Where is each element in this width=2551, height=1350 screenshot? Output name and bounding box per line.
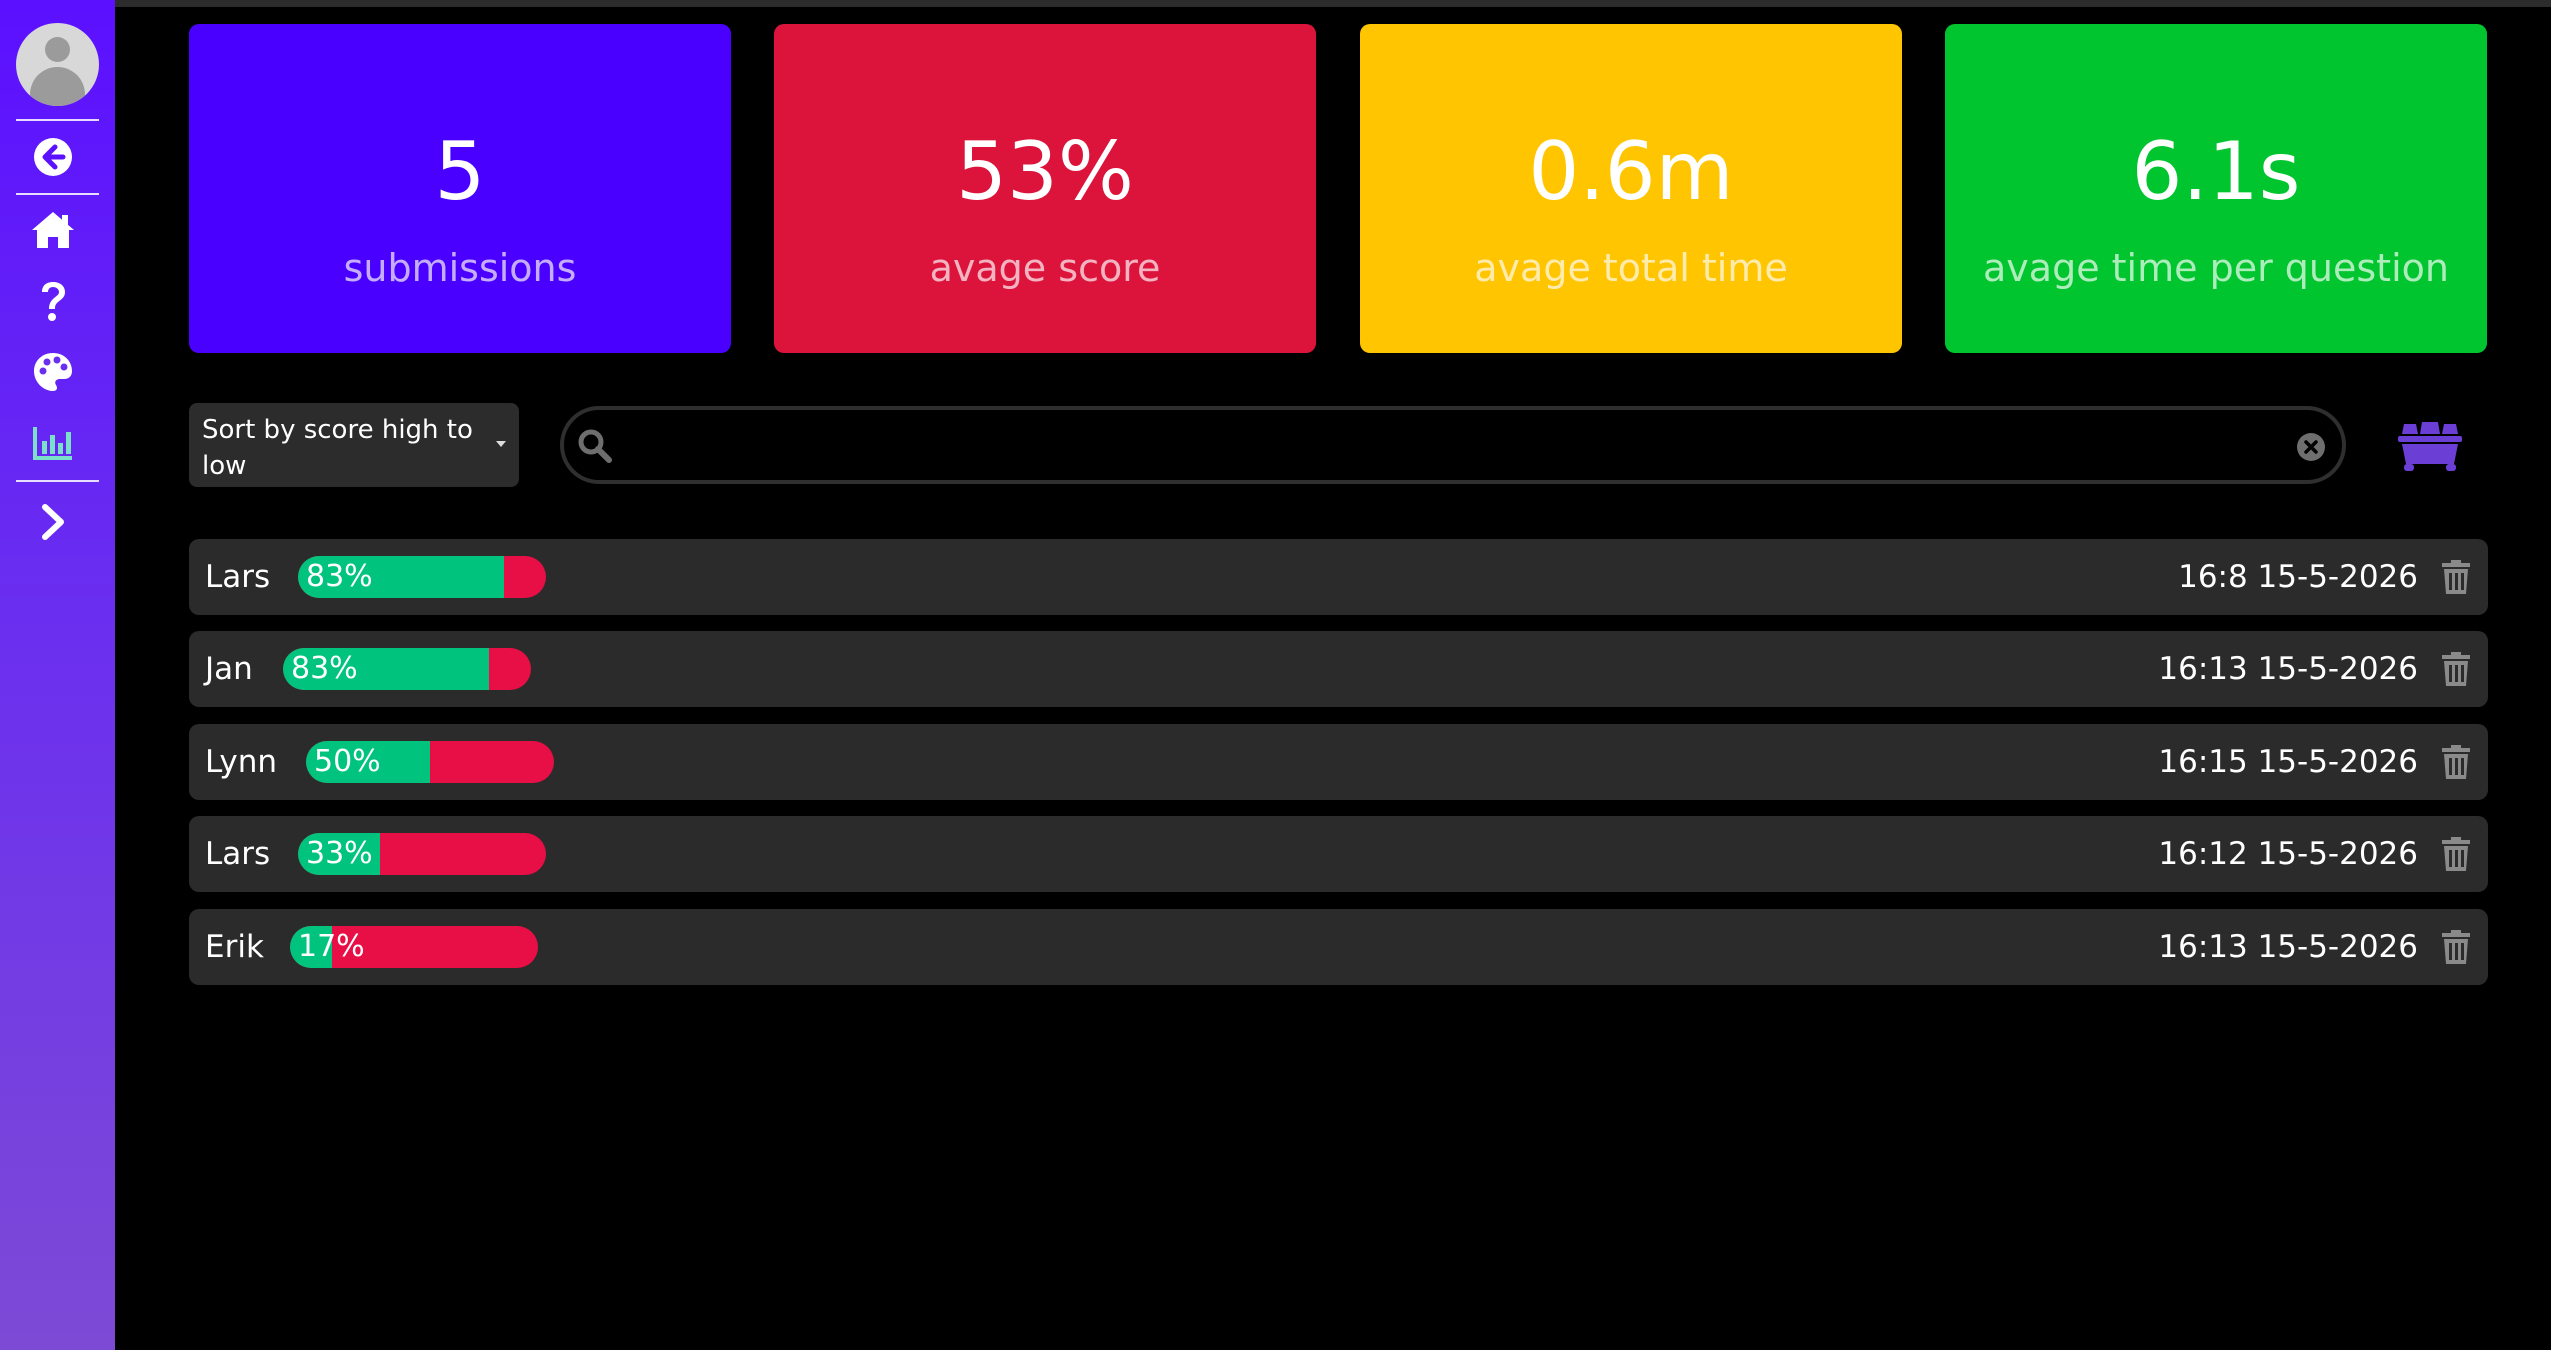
avatar-head-shape xyxy=(45,37,70,62)
sidebar-item-back[interactable] xyxy=(27,131,79,183)
score-percentage: 83% xyxy=(306,559,373,594)
submission-time: 16:13 15-5-2026 xyxy=(2158,651,2418,687)
stat-card-average-score: 53% avage score xyxy=(774,24,1316,353)
score-percentage: 33% xyxy=(306,836,373,871)
sidebar xyxy=(0,0,115,1350)
search-bar[interactable] xyxy=(560,406,2346,484)
participant-name: Lynn xyxy=(205,744,278,780)
submission-time: 16:8 15-5-2026 xyxy=(2178,559,2418,595)
score-bar: 83% xyxy=(283,648,531,690)
search-input[interactable] xyxy=(626,418,2250,474)
avatar-body-shape xyxy=(30,67,85,106)
chevron-right-icon xyxy=(42,504,64,540)
submission-time: 16:13 15-5-2026 xyxy=(2158,929,2418,965)
list-item: Lynn 50% 16:15 15-5-2026 xyxy=(189,724,2488,800)
stat-value: 53% xyxy=(956,125,1134,218)
stat-card-submissions: 5 submissions xyxy=(189,24,731,353)
trash-icon[interactable] xyxy=(2438,836,2474,872)
top-border xyxy=(0,0,2551,7)
question-icon xyxy=(42,282,65,321)
arrow-circle-left-icon xyxy=(34,138,72,176)
search-icon xyxy=(578,429,612,463)
score-bar: 17% xyxy=(290,926,538,968)
stat-value: 0.6m xyxy=(1528,125,1734,218)
sidebar-divider xyxy=(16,193,99,195)
stat-label: submissions xyxy=(343,246,577,290)
submission-time: 16:12 15-5-2026 xyxy=(2158,836,2418,872)
list-item: Lars 83% 16:8 15-5-2026 xyxy=(189,539,2488,615)
score-bar: 33% xyxy=(298,833,546,875)
submission-time: 16:15 15-5-2026 xyxy=(2158,744,2418,780)
stat-value: 6.1s xyxy=(2131,125,2301,218)
stat-label: avage time per question xyxy=(1983,246,2449,290)
participant-name: Jan xyxy=(205,651,253,687)
participant-name: Erik xyxy=(205,929,264,965)
participant-name: Lars xyxy=(205,836,271,872)
trash-icon[interactable] xyxy=(2438,744,2474,780)
score-percentage: 83% xyxy=(291,651,358,686)
sort-select-value: Sort by score high to low xyxy=(202,415,473,481)
dumpster-icon[interactable] xyxy=(2398,418,2462,472)
caret-down-icon xyxy=(496,441,506,447)
home-icon xyxy=(32,212,74,248)
stat-card-average-time-per-question: 6.1s avage time per question xyxy=(1945,24,2487,353)
stat-card-average-total-time: 0.6m avage total time xyxy=(1360,24,1902,353)
stat-value: 5 xyxy=(434,125,486,218)
score-bar: 50% xyxy=(306,741,554,783)
stat-label: avage score xyxy=(929,246,1161,290)
chart-bar-icon xyxy=(33,427,72,460)
palette-icon xyxy=(34,353,72,391)
trash-icon[interactable] xyxy=(2438,559,2474,595)
list-item: Jan 83% 16:13 15-5-2026 xyxy=(189,631,2488,707)
sidebar-divider xyxy=(16,119,99,121)
sidebar-item-theme[interactable] xyxy=(27,346,79,398)
clear-search-icon[interactable] xyxy=(2296,432,2326,462)
sidebar-item-home[interactable] xyxy=(27,204,79,256)
sidebar-item-stats[interactable] xyxy=(27,417,79,469)
sidebar-divider xyxy=(16,480,99,482)
score-percentage: 50% xyxy=(314,744,381,779)
list-item: Erik 17% 16:13 15-5-2026 xyxy=(189,909,2488,985)
sort-select[interactable]: Sort by score high to low xyxy=(189,403,519,487)
stat-label: avage total time xyxy=(1474,246,1788,290)
trash-icon[interactable] xyxy=(2438,651,2474,687)
avatar[interactable] xyxy=(16,23,99,106)
score-bar: 83% xyxy=(298,556,546,598)
participant-name: Lars xyxy=(205,559,271,595)
sidebar-item-help[interactable] xyxy=(27,275,79,327)
trash-icon[interactable] xyxy=(2438,929,2474,965)
sidebar-expand-button[interactable] xyxy=(27,496,79,548)
list-item: Lars 33% 16:12 15-5-2026 xyxy=(189,816,2488,892)
score-percentage: 17% xyxy=(298,929,365,964)
